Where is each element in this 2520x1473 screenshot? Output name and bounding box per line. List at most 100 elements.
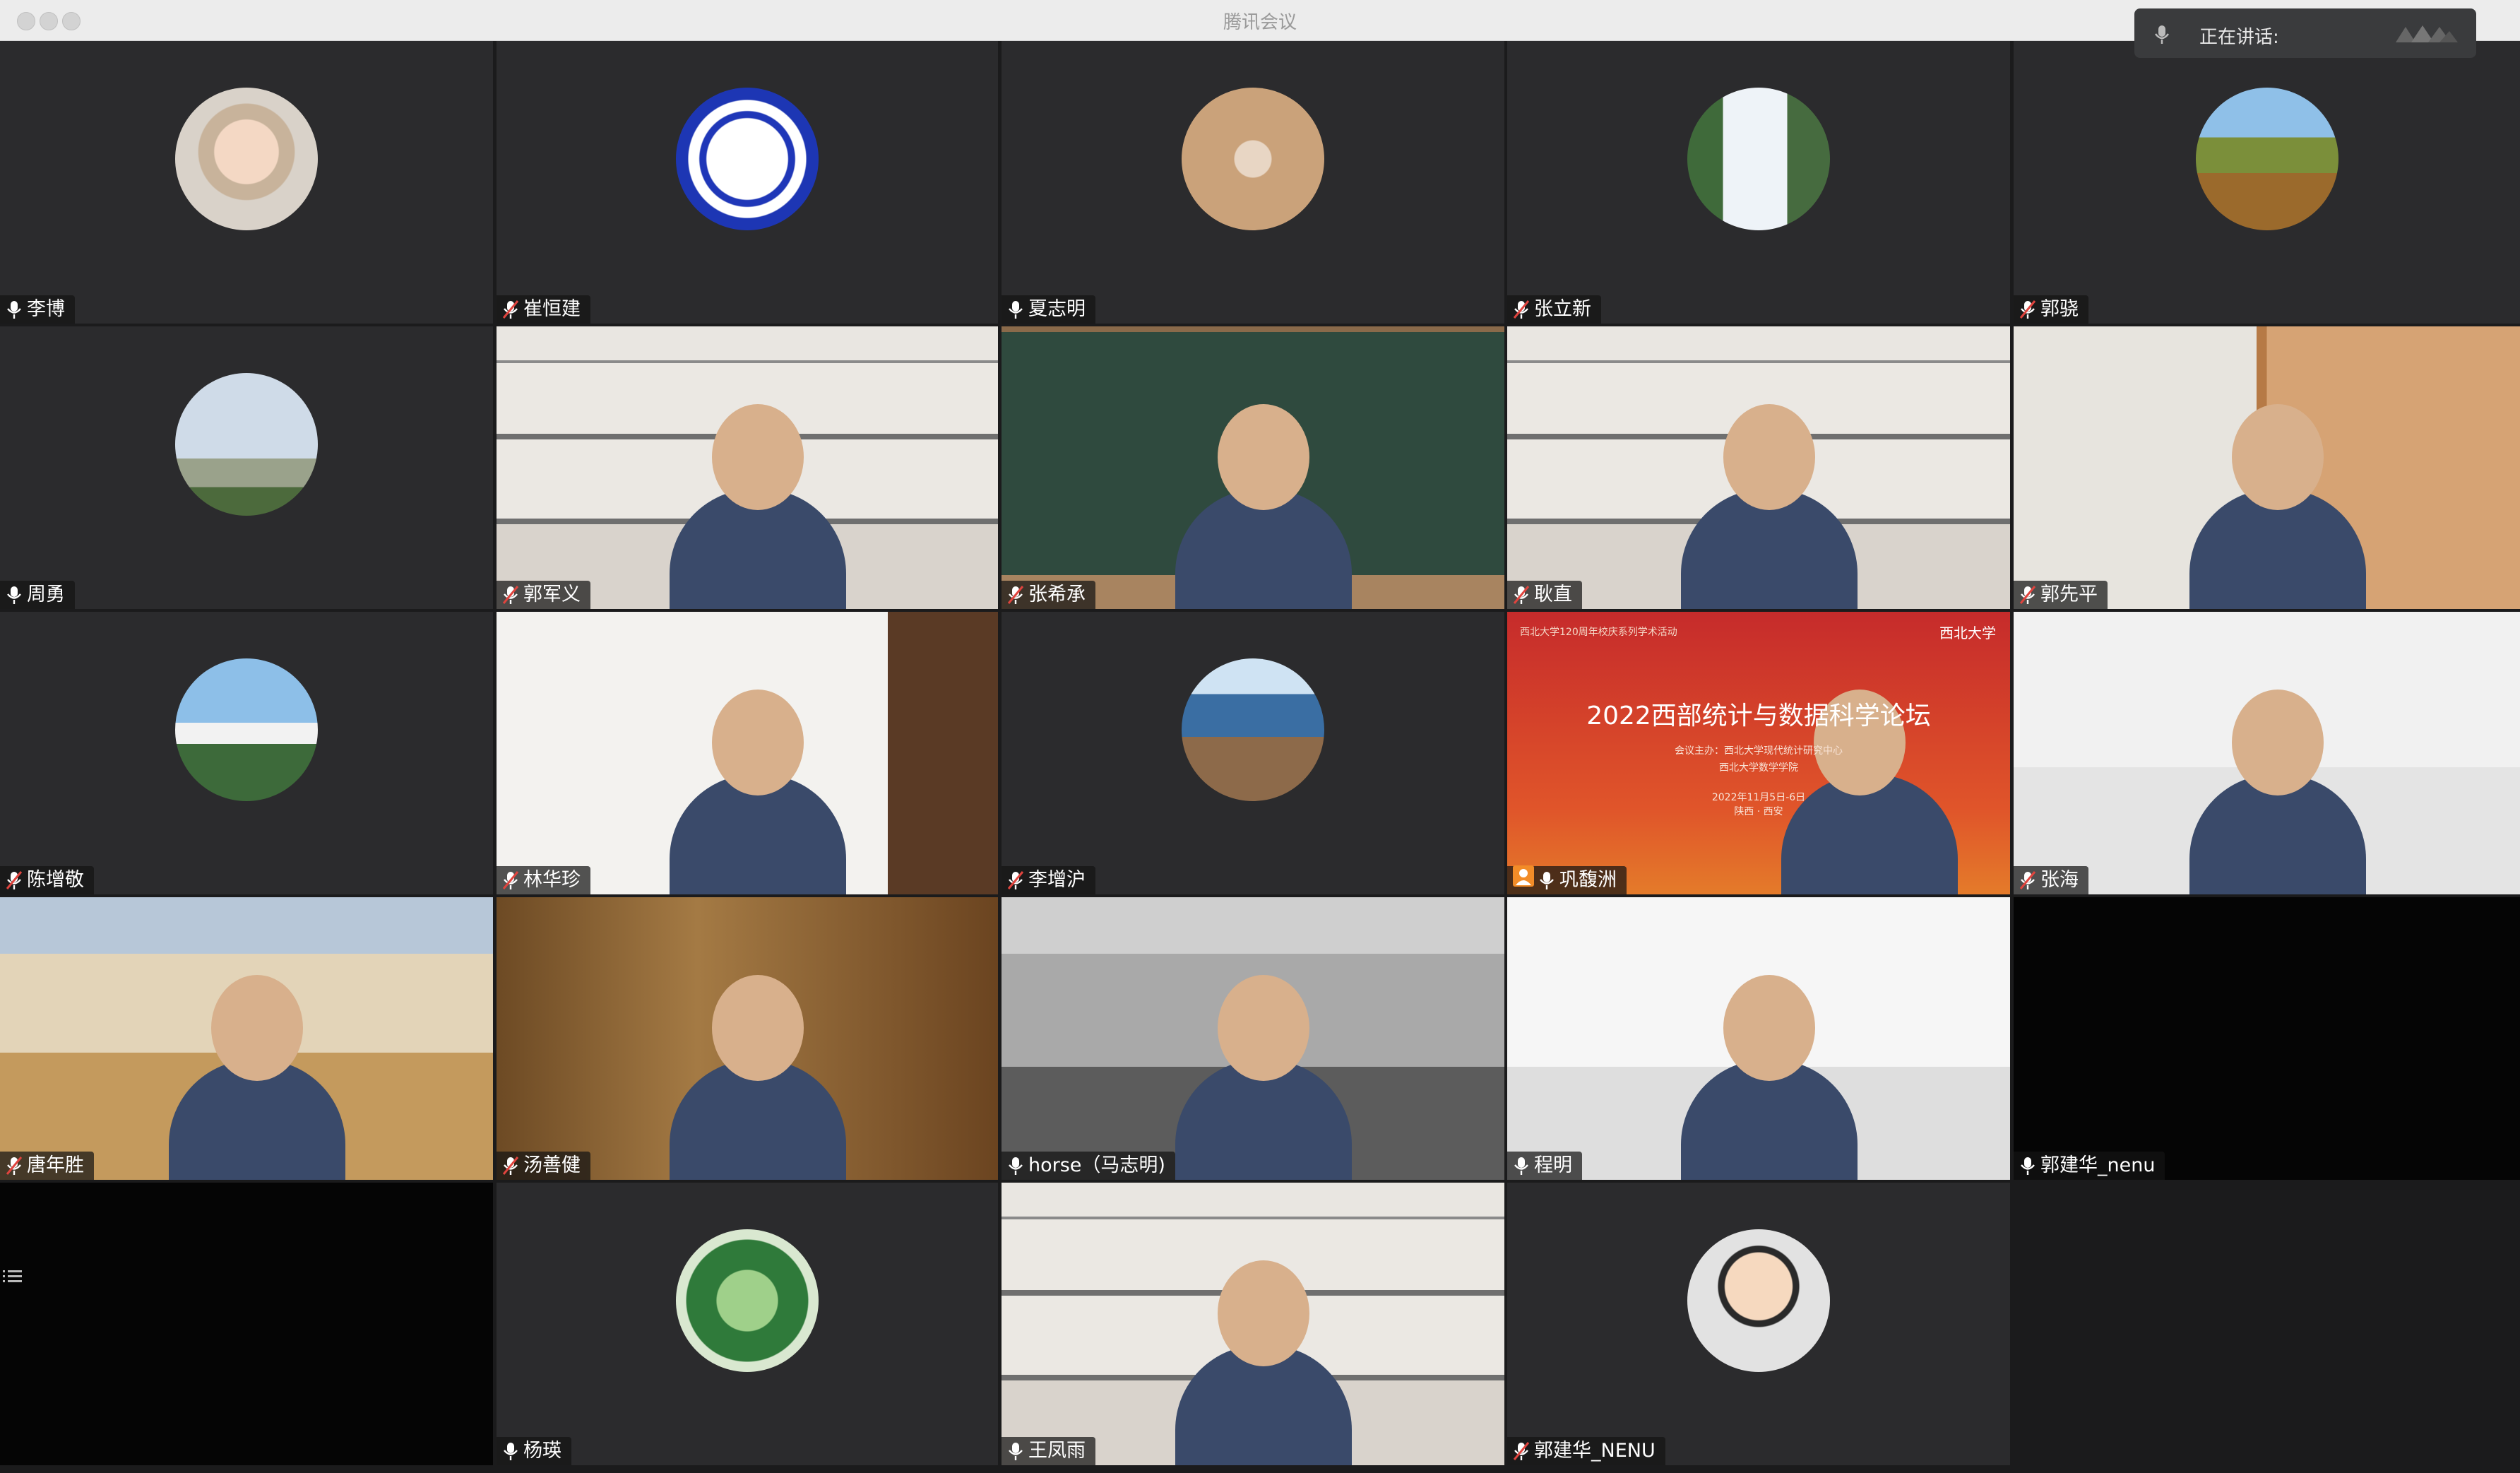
participant-name: 李增沪 — [1028, 869, 1086, 891]
mic-icon — [6, 300, 23, 319]
participant-nametag: 郭军义 — [497, 581, 590, 609]
participant-tile[interactable]: 崔恒建 — [497, 41, 998, 324]
participant-name: 郭建华_nenu — [2040, 1154, 2156, 1176]
participant-face — [1723, 404, 1815, 510]
participant-tile[interactable]: 王凤雨 — [1002, 1183, 1504, 1465]
participant-name: 李博 — [27, 298, 65, 320]
participant-name: 程明 — [1534, 1154, 1572, 1176]
participant-tile[interactable]: horse（马志明) — [1002, 897, 1504, 1180]
host-icon — [1513, 865, 1534, 894]
participant-tile[interactable]: 陈增敬 — [0, 612, 493, 894]
mic-icon — [502, 1441, 519, 1461]
participant-face — [712, 404, 804, 510]
participant-tile[interactable]: 唐年胜 — [0, 897, 493, 1180]
participant-tile[interactable]: 李增沪 — [1002, 612, 1504, 894]
participant-nametag: 周勇 — [0, 581, 75, 609]
campus-background — [1002, 897, 1504, 1180]
participant-name: 杨瑛 — [523, 1440, 561, 1462]
participant-name: 张海 — [2040, 869, 2079, 891]
participant-nametag: 耿直 — [1507, 581, 1582, 609]
participant-name: 郭先平 — [2040, 584, 2098, 605]
participant-nametag: 唐年胜 — [0, 1152, 94, 1180]
participant-nametag: 程明 — [1507, 1152, 1582, 1180]
slide-date: 2022年11月5日-6日 — [1711, 792, 1806, 803]
participant-nametag: 陈增敬 — [0, 866, 94, 894]
participant-name: 唐年胜 — [27, 1154, 84, 1176]
participant-face — [1723, 975, 1815, 1081]
participant-nametag: 夏志明 — [1002, 295, 1095, 324]
participant-grid: 李博 崔恒建 夏志明 张立新 郭骁周勇 郭军义 张希承 耿直 郭先平陈增敬 林华珍 李增沪 西北大学1… — [0, 41, 2520, 1473]
participant-nametag: 郭建华_NENU — [1507, 1437, 1665, 1465]
mic-muted-icon — [2019, 870, 2036, 890]
participant-tile[interactable]: 杨瑛 — [497, 1183, 998, 1465]
participant-tile[interactable]: 夏志明 — [1002, 41, 1504, 324]
participant-nametag: 郭骁 — [2014, 295, 2088, 324]
participant-name: 耿直 — [1534, 584, 1572, 605]
participant-name: 巩馥洲 — [1559, 869, 1617, 891]
participant-nametag: 郭先平 — [2014, 581, 2108, 609]
mic-muted-icon — [2019, 585, 2036, 605]
bookshelf-background — [497, 326, 998, 609]
forum-slide-background: 西北大学120周年校庆系列学术活动 西北大学 2022西部统计与数据科学论坛 会议主办… — [1507, 612, 2010, 894]
participant-tile[interactable]: 张立新 — [1507, 41, 2010, 324]
loft-background — [1507, 897, 2010, 1180]
participant-tile[interactable]: 郭骁 — [2014, 41, 2520, 324]
participant-nametag: 李博 — [0, 295, 75, 324]
participant-tile[interactable]: 郭先平 — [2014, 326, 2520, 609]
participant-tile[interactable]: 张海 — [2014, 612, 2520, 894]
participant-name: 郭军义 — [523, 584, 581, 605]
participant-tile[interactable]: 张希承 — [1002, 326, 1504, 609]
participant-name: 陈增敬 — [27, 869, 84, 891]
participant-face — [712, 690, 804, 795]
cartoon-baby-avatar — [175, 88, 318, 230]
speaking-indicator[interactable]: 正在讲话: — [2134, 8, 2476, 58]
mic-icon — [1513, 1156, 1530, 1176]
participant-nametag: 巩馥洲 — [1507, 865, 1627, 894]
mic-muted-icon — [6, 870, 23, 890]
office-background — [497, 612, 998, 894]
seaside-coffee-avatar — [1182, 658, 1324, 801]
meeting-room-background — [2014, 612, 2520, 894]
participant-tile[interactable]: 林华珍 — [497, 612, 998, 894]
participant-name: 汤善健 — [523, 1154, 581, 1176]
mic-muted-icon — [502, 585, 519, 605]
mic-icon — [1007, 300, 1024, 319]
participant-nametag: 崔恒建 — [497, 295, 590, 324]
participant-name: 夏志明 — [1028, 298, 1086, 320]
participant-tile[interactable]: 西北大学120周年校庆系列学术活动 西北大学 2022西部统计与数据科学论坛 会议主办… — [1507, 612, 2010, 894]
participant-name: 张立新 — [1534, 298, 1591, 320]
towers-avatar — [175, 373, 318, 516]
participant-nametag: 张海 — [2014, 866, 2088, 894]
mic-muted-icon — [1513, 585, 1530, 605]
participant-tile[interactable]: 郭建华_NENU — [1507, 1183, 2010, 1465]
mic-muted-icon — [1007, 585, 1024, 605]
mic-muted-icon — [1007, 870, 1024, 890]
participant-face — [211, 975, 303, 1081]
participant-face — [1218, 1260, 1309, 1366]
slide-logo: 西北大学 — [1939, 625, 1996, 641]
bookshelf-background — [1507, 326, 2010, 609]
participant-name: 张希承 — [1028, 584, 1086, 605]
mic-icon — [6, 585, 23, 605]
list-menu-icon[interactable] — [3, 1266, 24, 1287]
participant-tile[interactable] — [0, 1183, 493, 1465]
wood-door-background — [497, 897, 998, 1180]
slide-title: 2022西部统计与数据科学论坛 — [1586, 702, 1931, 730]
mic-muted-icon — [2019, 300, 2036, 319]
participant-tile[interactable]: 周勇 — [0, 326, 493, 609]
participant-tile[interactable]: 李博 — [0, 41, 493, 324]
mic-muted-icon — [6, 1156, 23, 1176]
speaking-label: 正在讲话: — [2199, 27, 2279, 48]
participant-tile[interactable]: 郭建华_nenu — [2014, 897, 2520, 1180]
mic-muted-icon — [502, 300, 519, 319]
slide-header: 西北大学120周年校庆系列学术活动 — [1520, 627, 1677, 638]
participant-tile[interactable]: 耿直 — [1507, 326, 2010, 609]
participant-tile[interactable]: 程明 — [1507, 897, 2010, 1180]
speaker-wave-icon — [2396, 25, 2458, 42]
participant-nametag: 汤善健 — [497, 1152, 590, 1180]
participant-tile[interactable]: 汤善健 — [497, 897, 998, 1180]
participant-name: 周勇 — [27, 584, 65, 605]
participant-tile[interactable]: 郭军义 — [497, 326, 998, 609]
participant-face — [2231, 404, 2324, 510]
mic-icon — [1007, 1441, 1024, 1461]
